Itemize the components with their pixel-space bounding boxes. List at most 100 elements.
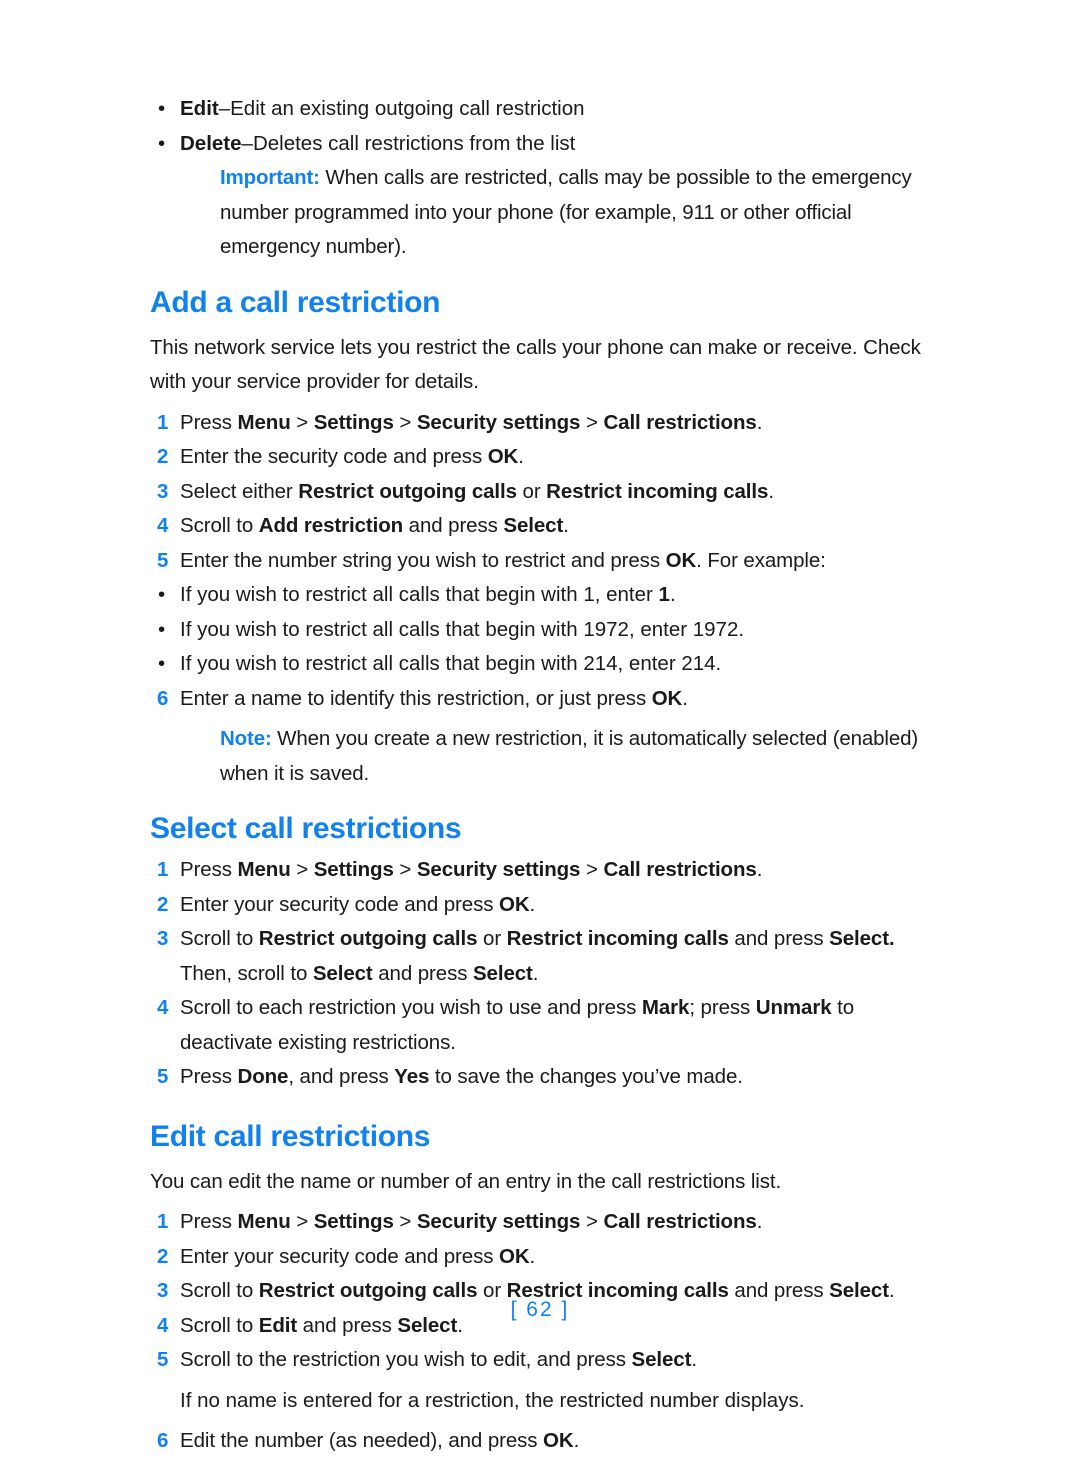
section-intro-paragraph-edit: You can edit the name or number of an en… [150, 1169, 782, 1193]
list-item-description: Deletes call restrictions from the list [252, 131, 576, 155]
body-text: . [691, 1348, 697, 1371]
body-text: Enter the security code and press [180, 445, 488, 468]
bullet-marker-icon: • [158, 97, 166, 120]
step-text: Press Menu > Settings > Security setting… [180, 1205, 945, 1240]
important-callout: Important: When calls are restricted, ca… [220, 161, 945, 265]
list-item-description: Edit an existing outgoing call restricti… [230, 97, 585, 120]
body-text: or [477, 927, 507, 950]
body-text: and press [372, 961, 473, 985]
section-intro-paragraph: This network service lets you restrict t… [150, 335, 921, 394]
step-text: Enter your security code and press OK. [180, 888, 945, 923]
important-label: Important: [220, 166, 320, 189]
emphasis-text: Select [503, 514, 564, 537]
emphasis-text: Call restrictions [603, 858, 757, 881]
body-text: Scroll to each restriction you wish to u… [180, 996, 642, 1019]
step-item: 2 Enter your security code and press OK. [150, 888, 945, 923]
step-number: 2 [157, 892, 169, 916]
emphasis-text: Call restrictions [603, 1210, 757, 1233]
step-number: 2 [157, 445, 169, 468]
body-text: ; press [689, 996, 756, 1019]
step-number: 1 [157, 858, 169, 881]
step-item: 1 Press Menu > Settings > Security settin… [150, 1205, 945, 1240]
step-text: Scroll to each restriction you wish to u… [180, 991, 945, 1060]
step-item: 4 Scroll to Add restriction and press Sel… [150, 509, 945, 544]
body-text: . For example: [696, 548, 826, 572]
body-text: Scroll to the restriction you wish to ed… [180, 1348, 632, 1371]
body-text: If you wish to restrict all calls that b… [180, 652, 722, 675]
list-item: • Delete–Deletes call restrictions from … [150, 127, 945, 162]
body-text: . [563, 514, 569, 537]
body-text: > [580, 858, 604, 881]
list-item-text: If you wish to restrict all calls that b… [180, 613, 945, 648]
body-text: and press [403, 514, 504, 537]
emphasis-text: Select [312, 961, 373, 985]
section-heading-select-call-restrictions: Select call restrictions [150, 812, 462, 845]
list-item: • If you wish to restrict all calls that … [150, 578, 945, 613]
body-text: > [290, 1210, 314, 1233]
body-text: . [518, 445, 524, 468]
emphasis-text: OK [665, 548, 697, 572]
body-text: Enter a name to identify this restrictio… [180, 686, 652, 710]
body-text: Enter your security code and press [180, 1244, 499, 1268]
body-text: > [290, 858, 314, 881]
body-text: > [393, 1210, 417, 1233]
example-bullet-list: • If you wish to restrict all calls that … [150, 578, 945, 682]
step-text: Edit the number (as needed), and press O… [180, 1424, 945, 1459]
body-text: . [529, 1244, 536, 1268]
emphasis-text: Mark [641, 996, 690, 1019]
step-text: Press Menu > Settings > Security setting… [180, 853, 945, 888]
body-text: Press [180, 858, 238, 881]
emphasis-text: OK [651, 686, 683, 710]
list-item-term: Edit [180, 97, 219, 120]
body-text: . [756, 410, 763, 434]
step-list-select-call-restrictions: 1 Press Menu > Settings > Security settin… [150, 853, 945, 1095]
emphasis-text: Select [631, 1348, 692, 1371]
body-text: Scroll to [180, 514, 259, 537]
body-text: > [393, 858, 417, 881]
list-item-dash: – [241, 131, 253, 155]
emphasis-text: Security settings [416, 858, 581, 881]
emphasis-text: Menu [237, 410, 291, 434]
list-item-dash: – [218, 97, 231, 120]
step-text: Scroll to Add restriction and press Sele… [180, 509, 945, 544]
emphasis-text: Select. [829, 927, 895, 950]
body-text: to save the changes you’ve made. [429, 1065, 743, 1088]
step-continuation-text: If no name is entered for a restriction,… [180, 1388, 805, 1412]
emphasis-text: Restrict outgoing calls [298, 479, 517, 503]
step-number: 3 [157, 479, 169, 503]
list-item-text: Edit–Edit an existing outgoing call rest… [180, 92, 945, 127]
step-number: 5 [157, 1348, 169, 1371]
step-list-add-call-restriction: 1 Press Menu > Settings > Security settin… [150, 406, 945, 579]
step-text: Press Done, and press Yes to save the ch… [180, 1060, 945, 1095]
step-number: 1 [157, 1210, 169, 1233]
step-item: 3 Select either Restrict outgoing calls o… [150, 475, 945, 510]
page-number: [ 62 ] [510, 1298, 570, 1321]
step-number: 6 [157, 686, 169, 710]
intro-bullet-list: • Edit–Edit an existing outgoing call re… [150, 92, 945, 161]
body-text: > [290, 410, 314, 434]
body-text: Press [180, 1065, 238, 1088]
step-item: 2 Enter your security code and press OK. [150, 1240, 945, 1275]
emphasis-text: OK [498, 892, 530, 916]
step-text: Enter a name to identify this restrictio… [180, 682, 945, 717]
step-number: 4 [157, 514, 169, 537]
step-item: 1 Press Menu > Settings > Security settin… [150, 406, 945, 441]
list-item-text: If you wish to restrict all calls that b… [180, 578, 945, 613]
emphasis-text: Yes [394, 1065, 430, 1088]
note-label: Note: [220, 727, 272, 750]
emphasis-text: Menu [237, 1210, 291, 1233]
bullet-marker-icon: • [158, 652, 166, 675]
body-text: and press [728, 927, 830, 950]
step-text: Select either Restrict outgoing calls or… [180, 475, 945, 510]
emphasis-text: Select [472, 961, 533, 985]
emphasis-text: Security settings [416, 410, 581, 434]
step-text: Enter the number string you wish to rest… [180, 544, 945, 579]
body-text: Press [180, 410, 238, 434]
emphasis-text: Settings [313, 1210, 394, 1233]
document-page: • Edit–Edit an existing outgoing call re… [0, 0, 1080, 1452]
step-number: 3 [157, 927, 169, 950]
step-list-add-call-restriction-continued: 6 Enter a name to identify this restricti… [150, 682, 945, 717]
list-item-text: If you wish to restrict all calls that b… [180, 647, 945, 682]
step-item: 5 Enter the number string you wish to res… [150, 544, 945, 579]
emphasis-text: Settings [313, 410, 394, 434]
